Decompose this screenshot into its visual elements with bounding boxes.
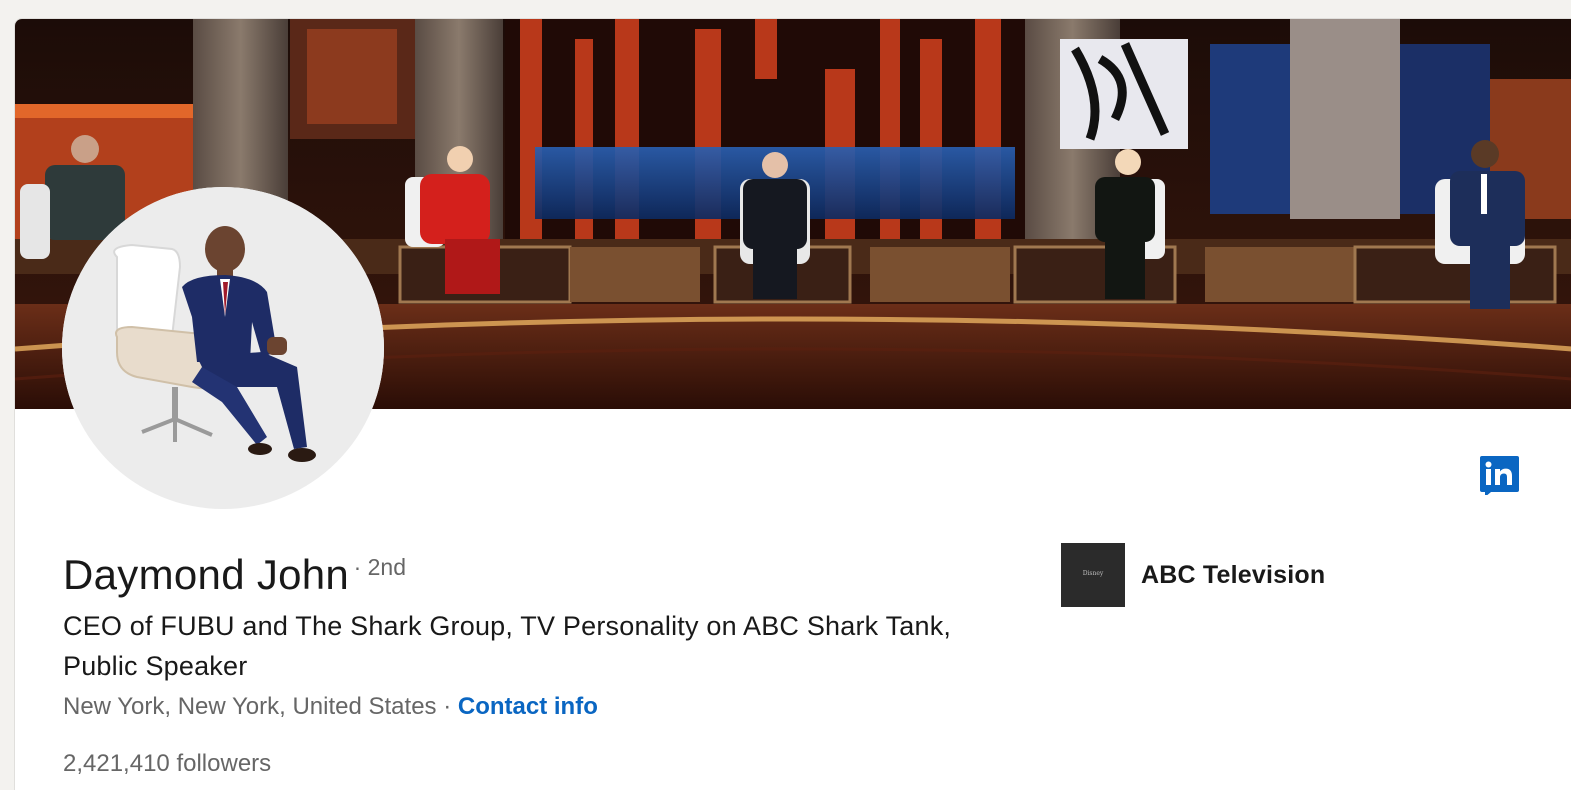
current-company[interactable]: Disney ABC Television <box>1061 543 1325 607</box>
company-logo-text: Disney <box>1082 570 1104 577</box>
company-logo: Disney <box>1061 543 1125 607</box>
followers-row: 2,421,410 followers <box>63 750 271 778</box>
profile-photo[interactable] <box>62 187 384 509</box>
followers-count: 2,421,410 <box>63 750 170 777</box>
profile-location: New York, New York, United States <box>63 693 437 720</box>
location-row: New York, New York, United States · Cont… <box>63 693 598 721</box>
linkedin-icon[interactable] <box>1480 456 1519 495</box>
profile-name: Daymond John <box>63 551 350 598</box>
avatar-image <box>62 187 384 509</box>
name-row: Daymond John · 2nd <box>63 551 406 599</box>
profile-card: Daymond John · 2nd CEO of FUBU and The S… <box>14 18 1571 790</box>
contact-info-link[interactable]: Contact info <box>458 693 598 720</box>
followers-label: followers <box>176 750 272 777</box>
company-name: ABC Television <box>1141 560 1326 589</box>
connection-degree: · 2nd <box>353 554 406 580</box>
profile-headline: CEO of FUBU and The Shark Group, TV Pers… <box>63 611 952 681</box>
separator-dot: · <box>443 693 452 720</box>
